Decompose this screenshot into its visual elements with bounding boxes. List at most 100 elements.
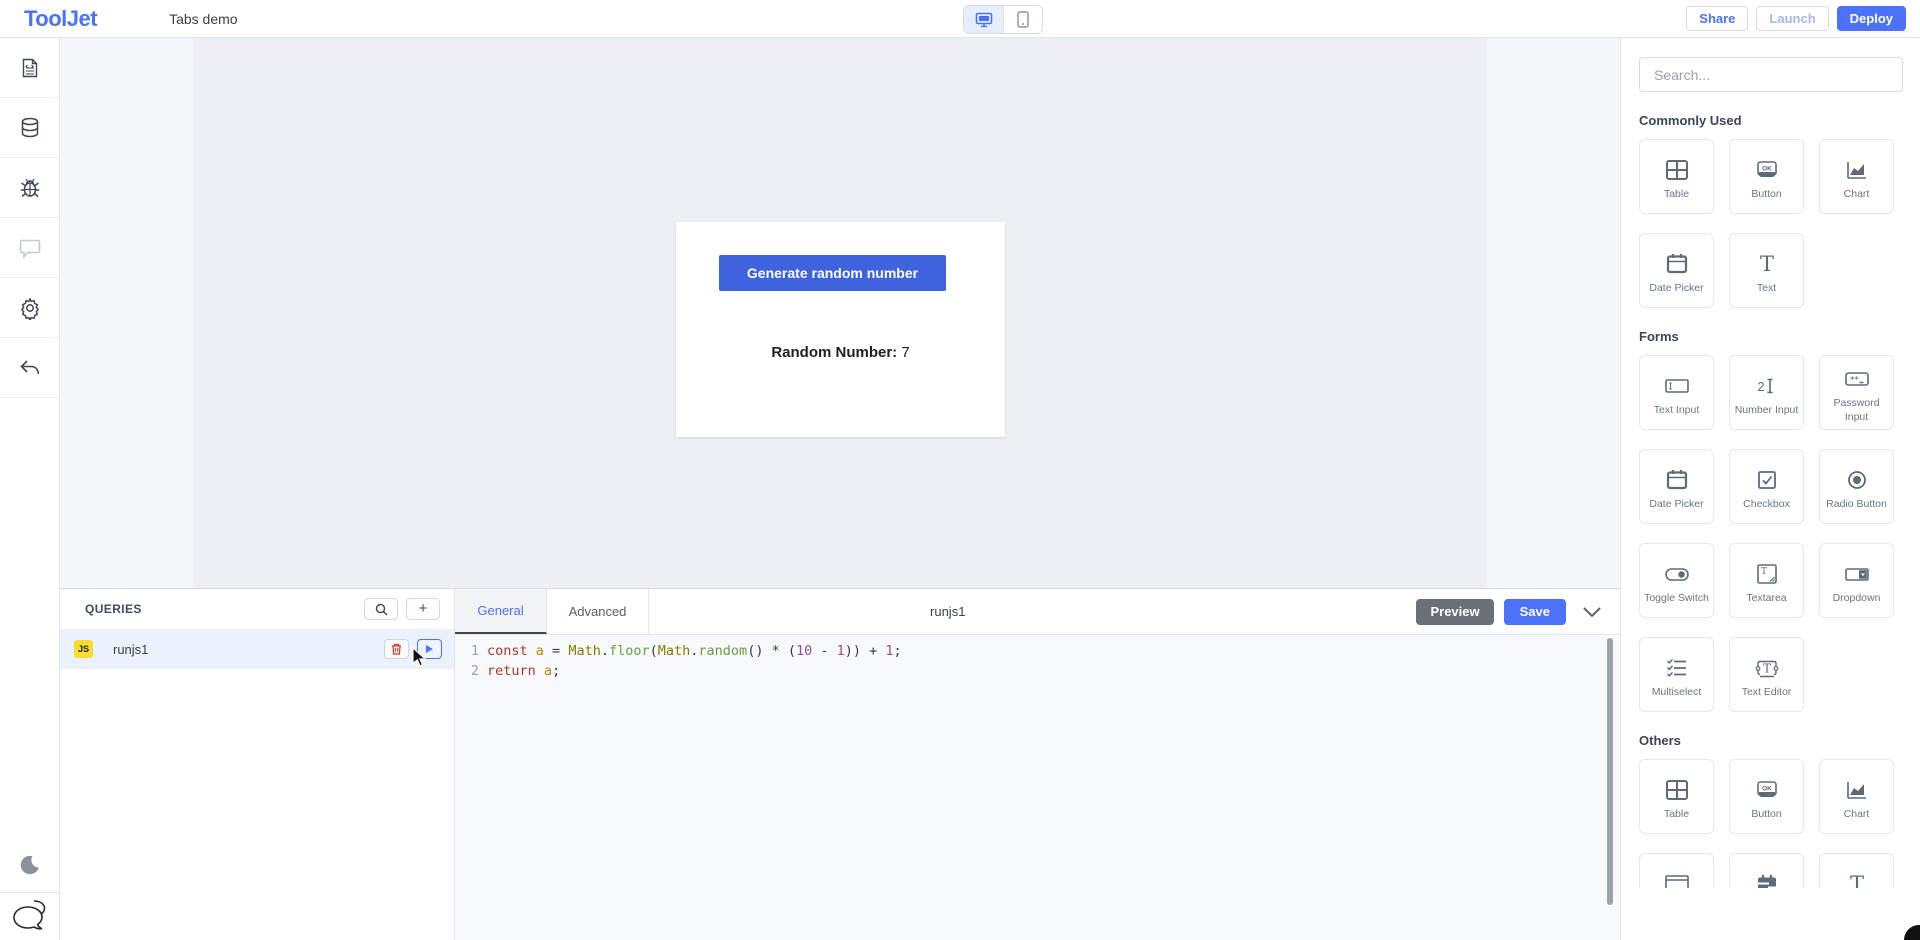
widget-card-chart[interactable]: Chart [1819, 759, 1894, 834]
database-icon [18, 116, 42, 140]
tab-advanced[interactable]: Advanced [547, 589, 649, 634]
widget-card-text-input[interactable]: Text Input [1639, 355, 1714, 430]
widget-card-table[interactable]: Table [1639, 759, 1714, 834]
share-button[interactable]: Share [1686, 6, 1748, 31]
widget-label: Textarea [1744, 592, 1788, 605]
chart-icon [1845, 776, 1869, 804]
widget-search-input[interactable] [1639, 57, 1903, 92]
svg-text:OK: OK [1762, 785, 1772, 792]
dropdown-icon [1844, 560, 1870, 588]
widget-card-toggle-switch[interactable]: Toggle Switch [1639, 543, 1714, 618]
sidebar-item-comments[interactable] [0, 218, 59, 278]
canvas-container-widget[interactable]: Generate random number Random Number: 7 [676, 222, 1005, 437]
svg-text:OK: OK [1762, 165, 1772, 172]
widget-card-number-input[interactable]: 2 Number Input [1729, 355, 1804, 430]
code-token: floor [609, 641, 650, 661]
numberinput-icon: 2 [1756, 372, 1778, 400]
widget-label: Date Picker [1647, 498, 1705, 511]
search-icon [375, 603, 388, 616]
desktop-icon [975, 12, 993, 28]
sidebar-item-inspector[interactable] [0, 38, 59, 98]
widget-card-chart[interactable]: Chart [1819, 139, 1894, 214]
widget-card-calendar[interactable] [1729, 853, 1804, 888]
sidebar-item-settings[interactable] [0, 278, 59, 338]
save-button[interactable]: Save [1504, 599, 1566, 625]
play-icon [425, 644, 434, 654]
code-token: ( [650, 641, 658, 661]
code-token: ; [894, 641, 902, 661]
svg-text:T: T [1849, 872, 1863, 888]
query-search-button[interactable] [364, 598, 398, 620]
svg-text:T: T [1760, 567, 1766, 577]
table-icon [1665, 156, 1689, 184]
widget-card-textarea[interactable]: T Textarea [1729, 543, 1804, 618]
collapse-panel-button[interactable] [1582, 606, 1602, 618]
plus-icon: + [419, 601, 428, 616]
widget-label: Text Input [1652, 404, 1702, 417]
passwordinput-icon: ** [1844, 365, 1870, 393]
svg-text:T: T [1759, 252, 1773, 276]
widget-label: Dropdown [1831, 592, 1883, 605]
app-canvas[interactable]: Generate random number Random Number: 7 [193, 38, 1487, 588]
widget-grid: Table OK Button Chart Date PickerTText [1639, 139, 1902, 308]
code-editor-scrollbar[interactable] [1607, 638, 1613, 905]
widget-card-date-picker[interactable]: Date Picker [1639, 449, 1714, 524]
widget-card-button[interactable]: OK Button [1729, 139, 1804, 214]
code-token: return [487, 661, 536, 681]
widgets-list: Commonly UsedTableOKButtonChartDate Pick… [1621, 38, 1920, 888]
chart-icon [1845, 156, 1869, 184]
widget-card-date-picker[interactable]: Date Picker [1639, 233, 1714, 308]
run-query-button[interactable] [417, 639, 442, 659]
svg-text:**: ** [1850, 376, 1860, 386]
code-token: a [544, 661, 552, 681]
widget-card-dropdown[interactable]: Dropdown [1819, 543, 1894, 618]
mobile-view-button[interactable] [1003, 6, 1042, 33]
add-query-button[interactable]: + [406, 598, 440, 620]
widget-label: Password Input [1820, 397, 1893, 423]
widget-card-checkbox[interactable]: Checkbox [1729, 449, 1804, 524]
text-icon: T [1846, 870, 1868, 888]
code-token: = [544, 641, 568, 661]
sidebar-item-undo[interactable] [0, 338, 59, 398]
widget-card-text[interactable]: T [1819, 853, 1894, 888]
code-editor[interactable]: 1const a = Math.floor(Math.random() * (1… [455, 635, 1620, 940]
preview-button[interactable]: Preview [1416, 599, 1493, 625]
widget-card-modal[interactable] [1639, 853, 1714, 888]
code-token: . [690, 641, 698, 661]
widget-label: Number Input [1733, 404, 1801, 417]
widget-label: Button [1749, 188, 1783, 201]
widget-card-password-input[interactable]: ** Password Input [1819, 355, 1894, 430]
code-token: () * ( [747, 641, 796, 661]
widget-card-text[interactable]: TText [1729, 233, 1804, 308]
chat-bubbles-icon [6, 897, 48, 937]
code-token: 1 [837, 641, 845, 661]
tab-general[interactable]: General [455, 589, 547, 634]
multiselect-icon [1665, 654, 1689, 682]
widget-card-table[interactable]: Table [1639, 139, 1714, 214]
widget-label: Toggle Switch [1642, 592, 1711, 605]
code-file-icon [19, 57, 41, 79]
queries-panel-title: QUERIES [85, 602, 356, 616]
launch-button[interactable]: Launch [1756, 6, 1828, 31]
sidebar-item-datasources[interactable] [0, 98, 59, 158]
generate-random-number-button[interactable]: Generate random number [719, 255, 946, 291]
code-token: . [601, 641, 609, 661]
desktop-view-button[interactable] [964, 6, 1003, 33]
deploy-button[interactable]: Deploy [1837, 6, 1906, 31]
sidebar-item-debugger[interactable] [0, 158, 59, 218]
chat-widget-button[interactable] [0, 892, 59, 940]
widget-card-text-editor[interactable]: T Text Editor [1729, 637, 1804, 712]
svg-text:T: T [1762, 661, 1770, 675]
query-list-item-runjs1[interactable]: JS runjs1 [60, 629, 454, 669]
widget-card-button[interactable]: OKButton [1729, 759, 1804, 834]
widget-label: Text Editor [1740, 686, 1794, 699]
query-list-pane: QUERIES + JS runjs1 [60, 589, 455, 940]
code-token: 1 [885, 641, 893, 661]
delete-query-button[interactable] [384, 639, 409, 659]
widget-label: Chart [1842, 808, 1872, 821]
line-number: 1 [455, 641, 487, 661]
widget-card-radio-button[interactable]: Radio Button [1819, 449, 1894, 524]
query-name: runjs1 [113, 642, 384, 657]
dark-mode-toggle[interactable] [0, 837, 59, 892]
widget-card-multiselect[interactable]: Multiselect [1639, 637, 1714, 712]
